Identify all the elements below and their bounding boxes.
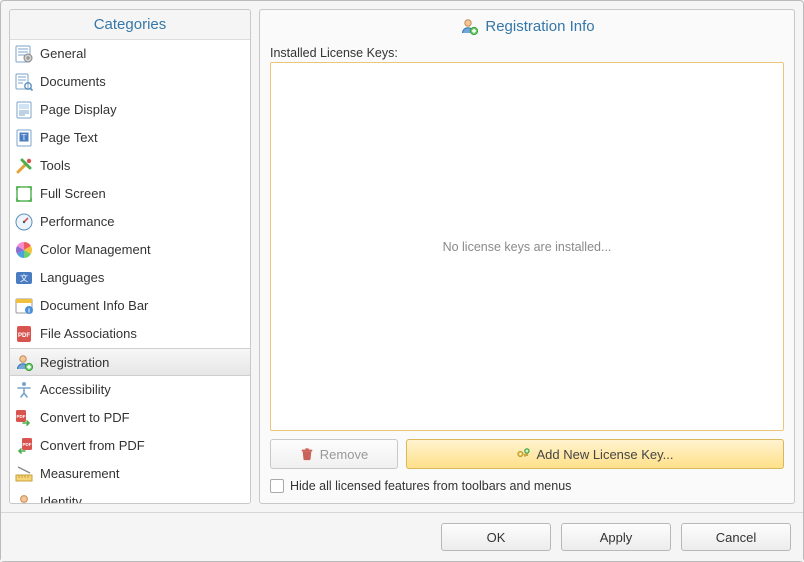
category-label: Tools (40, 158, 70, 173)
hide-features-label: Hide all licensed features from toolbars… (290, 479, 571, 493)
svg-text:PDF: PDF (17, 414, 26, 419)
category-item-general[interactable]: General (10, 40, 250, 68)
category-item-full-screen[interactable]: Full Screen (10, 180, 250, 208)
category-item-color-management[interactable]: Color Management (10, 236, 250, 264)
categories-header: Categories (10, 10, 250, 39)
category-item-languages[interactable]: 文 Languages (10, 264, 250, 292)
info-bar-icon: i (14, 296, 34, 316)
category-item-document-info-bar[interactable]: i Document Info Bar (10, 292, 250, 320)
add-license-key-label: Add New License Key... (536, 447, 673, 462)
user-add-icon (14, 352, 34, 372)
user-add-icon (459, 16, 479, 36)
hide-features-checkbox[interactable]: Hide all licensed features from toolbars… (270, 479, 784, 493)
category-label: Color Management (40, 242, 151, 257)
category-label: File Associations (40, 326, 137, 341)
category-label: Languages (40, 270, 104, 285)
category-item-tools[interactable]: Tools (10, 152, 250, 180)
category-label: Convert from PDF (40, 438, 145, 453)
cancel-button[interactable]: Cancel (681, 523, 791, 551)
languages-icon: 文 (14, 268, 34, 288)
registration-panel: Registration Info Installed License Keys… (259, 9, 795, 504)
category-label: Page Text (40, 130, 98, 145)
ok-button[interactable]: OK (441, 523, 551, 551)
categories-panel: Categories General Documents Page Display T… (9, 9, 251, 504)
document-magnify-icon (14, 72, 34, 92)
color-wheel-icon (14, 240, 34, 260)
svg-text:PDF: PDF (23, 442, 32, 447)
convert-from-pdf-icon: PDF (14, 436, 34, 456)
fullscreen-icon (14, 184, 34, 204)
license-keys-list[interactable]: No license keys are installed... (270, 62, 784, 431)
remove-button-label: Remove (320, 447, 368, 462)
category-label: Document Info Bar (40, 298, 148, 313)
key-add-icon (516, 447, 530, 461)
category-label: Accessibility (40, 382, 111, 397)
category-label: Documents (40, 74, 106, 89)
ruler-icon (14, 464, 34, 484)
category-label: Performance (40, 214, 114, 229)
installed-keys-label: Installed License Keys: (270, 46, 784, 60)
category-label: General (40, 46, 86, 61)
settings-sheet-icon (14, 44, 34, 64)
category-item-convert-to-pdf[interactable]: PDF Convert to PDF (10, 404, 250, 432)
svg-text:PDF: PDF (18, 333, 30, 339)
category-item-identity[interactable]: Identity (10, 488, 250, 503)
checkbox-box[interactable] (270, 479, 284, 493)
svg-text:i: i (28, 307, 30, 314)
category-label: Measurement (40, 466, 119, 481)
dialog-footer: OK Apply Cancel (1, 512, 803, 561)
category-item-convert-from-pdf[interactable]: PDF Convert from PDF (10, 432, 250, 460)
add-license-key-button[interactable]: Add New License Key... (406, 439, 784, 469)
category-item-performance[interactable]: Performance (10, 208, 250, 236)
category-label: Convert to PDF (40, 410, 130, 425)
remove-button[interactable]: Remove (270, 439, 398, 469)
categories-list[interactable]: General Documents Page Display T Page Text To… (10, 39, 250, 503)
page-display-icon (14, 100, 34, 120)
tools-icon (14, 156, 34, 176)
panel-title-text: Registration Info (485, 18, 594, 35)
gauge-icon (14, 212, 34, 232)
apply-button[interactable]: Apply (561, 523, 671, 551)
pdf-file-icon: PDF (14, 324, 34, 344)
identity-icon (14, 492, 34, 504)
category-item-page-display[interactable]: Page Display (10, 96, 250, 124)
category-item-registration[interactable]: Registration (10, 348, 250, 376)
category-label: Registration (40, 355, 109, 370)
accessibility-icon (14, 380, 34, 400)
category-label: Identity (40, 494, 82, 503)
svg-text:T: T (22, 132, 27, 141)
trash-icon (300, 447, 314, 461)
category-item-page-text[interactable]: T Page Text (10, 124, 250, 152)
category-item-file-associations[interactable]: PDF File Associations (10, 320, 250, 348)
category-label: Page Display (40, 102, 117, 117)
category-item-measurement[interactable]: Measurement (10, 460, 250, 488)
panel-title: Registration Info (260, 10, 794, 42)
empty-message: No license keys are installed... (443, 240, 612, 254)
category-item-accessibility[interactable]: Accessibility (10, 376, 250, 404)
svg-text:文: 文 (20, 273, 28, 283)
convert-to-pdf-icon: PDF (14, 408, 34, 428)
page-text-icon: T (14, 128, 34, 148)
category-item-documents[interactable]: Documents (10, 68, 250, 96)
category-label: Full Screen (40, 186, 106, 201)
